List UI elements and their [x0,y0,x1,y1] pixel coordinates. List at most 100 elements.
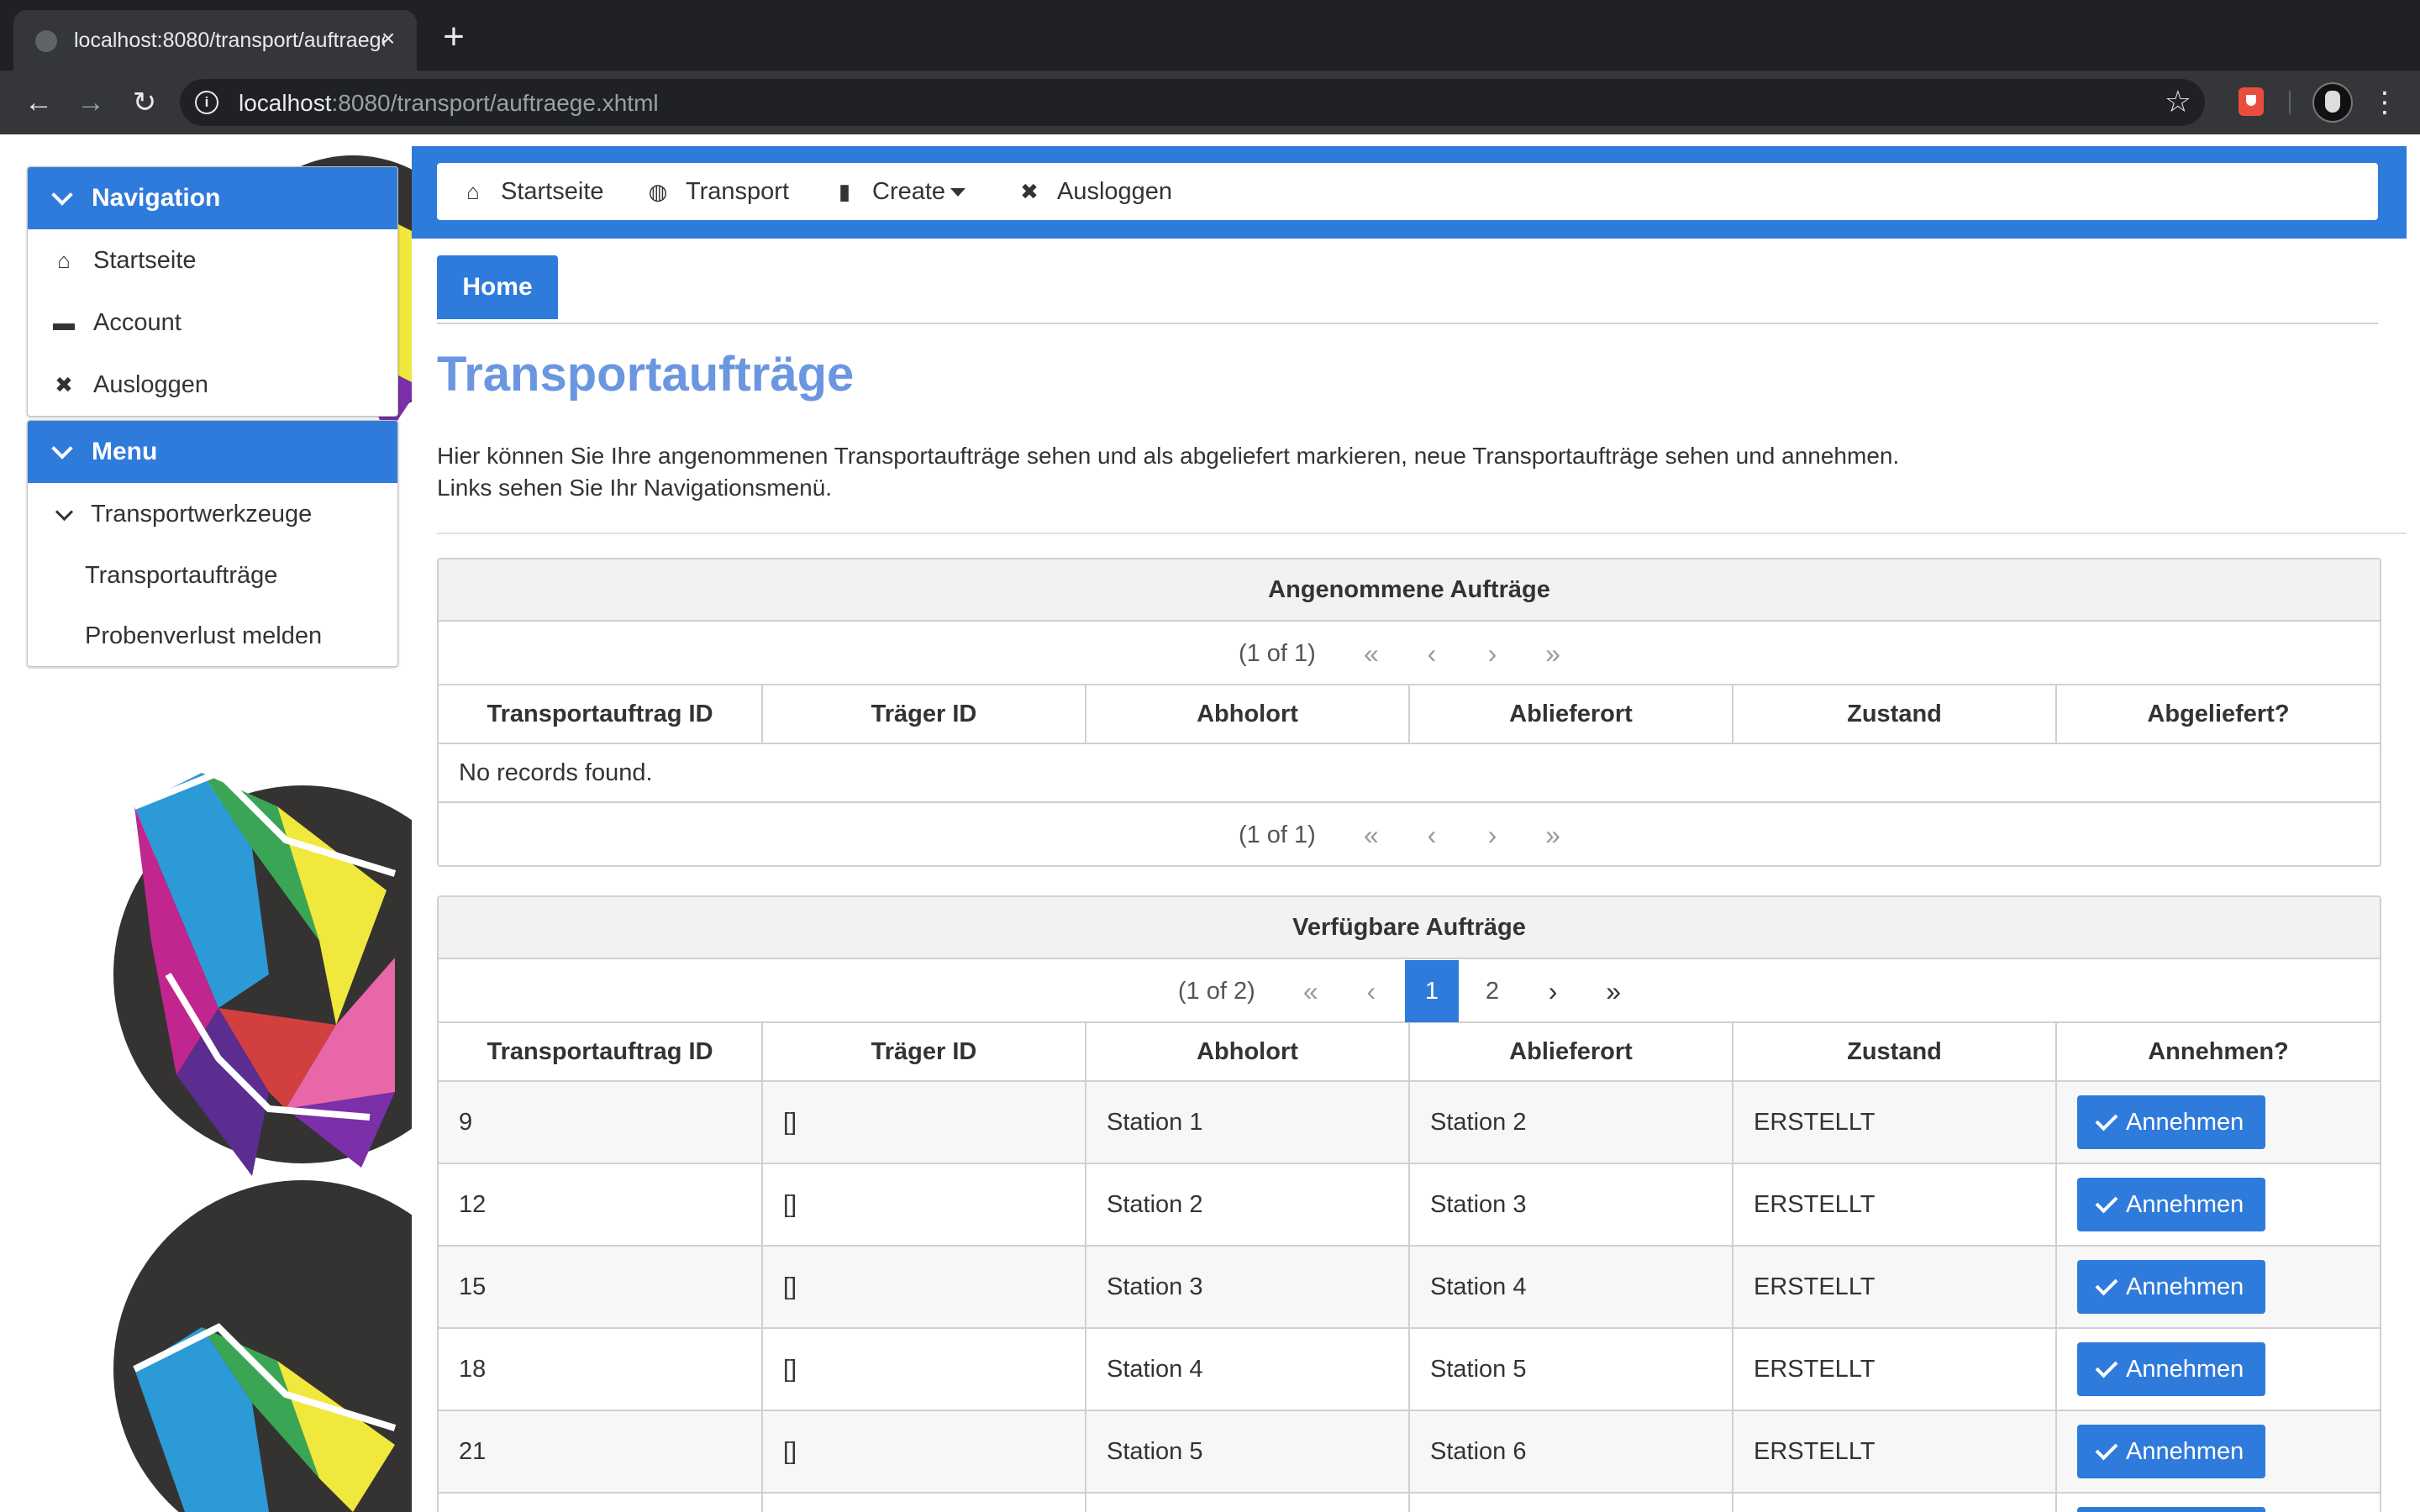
menubar-item-transport[interactable]: ◍ Transport [645,163,789,220]
toolbar-divider [2289,91,2291,114]
first-page-icon[interactable]: « [1344,622,1398,685]
url-text[interactable]: localhost:8080/transport/auftraege.xhtml [239,90,659,117]
accept-button-label: Annehmen [2126,1191,2244,1218]
prev-page-icon[interactable]: ‹ [1405,804,1459,866]
navigation-title: Navigation [92,184,221,212]
reload-icon[interactable]: ↻ [124,82,165,123]
available-rows: 9[] Station 1 Station 2 ERSTELLT Annehmen 12[… [439,1081,2380,1512]
menubar-label: Create [872,178,946,205]
next-page-icon[interactable]: › [1465,804,1519,866]
new-tab-button[interactable]: + [434,18,474,59]
cell-action: Annehmen [2056,1081,2380,1164]
column-header[interactable]: Träger ID [762,685,1086,744]
close-tab-icon[interactable]: × [371,22,405,55]
description-line: Links sehen Sie Ihr Navigationsmenü. [437,475,833,501]
column-header[interactable]: Transportauftrag ID [439,685,763,744]
page-title: Transportaufträge [437,347,855,402]
prev-page-icon[interactable]: ‹ [1344,960,1398,1022]
table-row[interactable]: Annehmen [439,1493,2380,1512]
submenu-transportwerkzeuge[interactable]: Transportwerkzeuge [28,483,397,545]
navigation-panel-header[interactable]: Navigation [28,167,397,229]
cell-id: 18 [439,1328,763,1411]
cell-zustand: ERSTELLT [1733,1163,2057,1247]
table-row[interactable]: 12[] Station 2 Station 3 ERSTELLT Annehmen [439,1163,2380,1247]
cell-abholort: Station 4 [1086,1328,1410,1411]
home-icon: ⌂ [57,248,71,273]
tab-home[interactable]: Home [437,255,558,319]
tab-strip: Home [437,255,2378,324]
table-row[interactable]: 21[] Station 5 Station 6 ERSTELLT Annehmen [439,1410,2380,1494]
sidebar-item-account[interactable]: ▬ Account [28,291,397,354]
sidebar-item-transportauftraege[interactable]: Transportaufträge [28,545,397,606]
menubar-item-create[interactable]: ▮ Create [832,163,966,220]
page-viewport: Navigation ⌂ Startseite ▬ Account ✖ Auslogg… [0,134,2420,1512]
shield-extension-icon[interactable] [2238,87,2264,116]
menubar-item-startseite[interactable]: ⌂ Startseite [460,163,603,220]
accept-button[interactable]: Annehmen [2077,1095,2266,1149]
page-button[interactable]: 2 [1465,960,1519,1022]
column-header[interactable]: Abgeliefert? [2056,685,2380,744]
column-header[interactable]: Abholort [1086,685,1410,744]
cell-id: 12 [439,1163,763,1247]
menubar-item-ausloggen[interactable]: ✖ Ausloggen [1017,163,1172,220]
back-arrow-icon[interactable]: ← [18,82,59,123]
cell-action: Annehmen [2056,1246,2380,1329]
profile-avatar[interactable] [2312,82,2353,123]
column-header[interactable]: Träger ID [762,1023,1086,1082]
accept-button[interactable]: Annehmen [2077,1178,2266,1231]
cell-action: Annehmen [2056,1410,2380,1494]
column-header[interactable]: Annehmen? [2056,1023,2380,1082]
table-row[interactable]: 15[] Station 3 Station 4 ERSTELLT Annehmen [439,1246,2380,1329]
description-line: Hier können Sie Ihre angenommenen Transp… [437,443,1900,469]
left-sidebar: Navigation ⌂ Startseite ▬ Account ✖ Auslogg… [27,166,398,667]
browser-menu-icon[interactable]: ⋮ [2370,82,2400,123]
accept-button[interactable]: Annehmen [2077,1260,2266,1314]
close-icon: ✖ [55,372,73,397]
menu-panel-header[interactable]: Menu [28,421,397,483]
forward-arrow-icon[interactable]: → [71,82,111,123]
check-icon [2095,1273,2118,1296]
globe-icon [35,30,57,52]
page-report: (1 of 2) [1177,978,1255,1005]
page-button-current[interactable]: 1 [1404,960,1459,1023]
sidebar-item-label: Account [93,309,182,336]
sidebar-item-startseite[interactable]: ⌂ Startseite [28,229,397,291]
sidebar-item-probenverlust[interactable]: Probenverlust melden [28,606,397,666]
column-header[interactable]: Ablieferort [1409,1023,1733,1082]
check-icon [2095,1108,2118,1131]
first-page-icon[interactable]: « [1344,804,1398,866]
last-page-icon[interactable]: » [1526,804,1580,866]
accept-button[interactable]: Annehmen [2077,1342,2266,1396]
accept-button[interactable]: Annehmen [2077,1507,2266,1512]
column-header[interactable]: Transportauftrag ID [439,1023,763,1082]
sidebar-item-ausloggen[interactable]: ✖ Ausloggen [28,354,397,416]
column-header[interactable]: Ablieferort [1409,685,1733,744]
next-page-icon[interactable]: › [1465,622,1519,685]
available-grid: Transportauftrag ID Träger ID Abholort A… [439,1023,2380,1512]
cell-traeger: [] [762,1163,1086,1247]
check-icon [2095,1190,2118,1214]
briefcase-icon: ▬ [53,310,75,335]
bookmark-star-icon[interactable]: ☆ [2165,84,2191,119]
next-page-icon[interactable]: › [1526,960,1580,1022]
browser-tab[interactable]: localhost:8080/transport/auftraege.xhtml… [13,10,417,71]
table-row[interactable]: 18[] Station 4 Station 5 ERSTELLT Annehmen [439,1328,2380,1411]
cell-ablieferort: Station 4 [1409,1246,1733,1329]
first-page-icon[interactable]: « [1284,960,1338,1022]
accept-button-label: Annehmen [2126,1438,2244,1465]
last-page-icon[interactable]: » [1526,622,1580,685]
cell-abholort [1086,1493,1410,1512]
menubar-label: Ausloggen [1057,178,1173,205]
column-header[interactable]: Zustand [1733,685,2057,744]
accept-button[interactable]: Annehmen [2077,1425,2266,1478]
prev-page-icon[interactable]: ‹ [1405,622,1459,685]
paginator-bottom: (1 of 1) « ‹ › » [439,803,2380,865]
address-bar[interactable]: i localhost:8080/transport/auftraege.xht… [180,79,2205,126]
info-icon[interactable]: i [195,91,218,114]
last-page-icon[interactable]: » [1586,960,1640,1022]
content-divider [437,533,2407,534]
column-header[interactable]: Zustand [1733,1023,2057,1082]
cell-zustand: ERSTELLT [1733,1410,2057,1494]
column-header[interactable]: Abholort [1086,1023,1410,1082]
table-row[interactable]: 9[] Station 1 Station 2 ERSTELLT Annehmen [439,1081,2380,1164]
